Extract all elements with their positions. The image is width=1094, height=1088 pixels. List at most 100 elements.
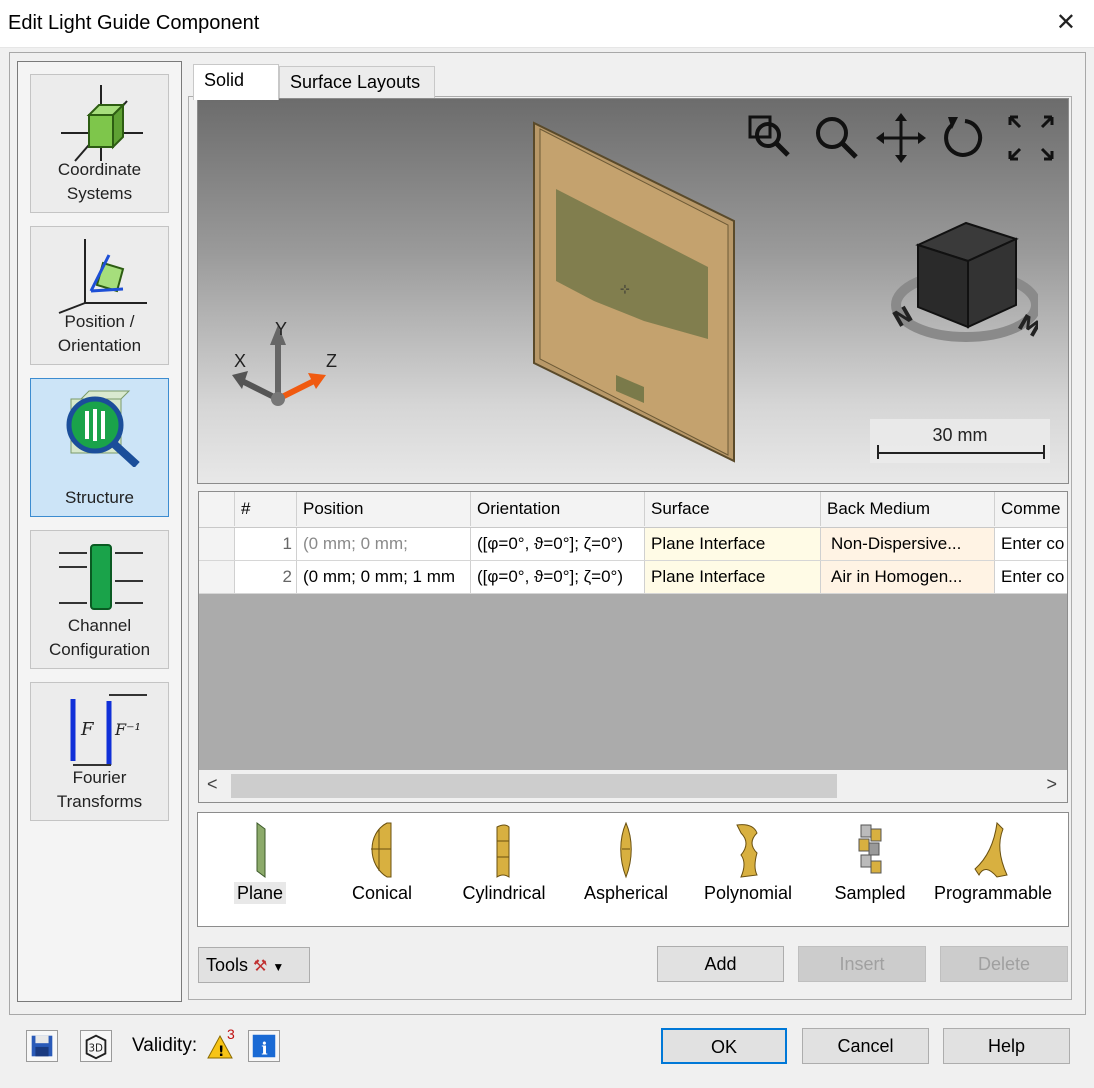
column-header[interactable]: Position (297, 492, 471, 526)
3d-viewport[interactable]: ⊹ Y X Z N M 30 mm (197, 98, 1069, 484)
surface-conical[interactable]: Conical (324, 817, 440, 921)
surface-cylindrical[interactable]: Cylindrical (446, 817, 562, 921)
surface-aspherical[interactable]: Aspherical (568, 817, 684, 921)
column-header[interactable]: Back Medium (821, 492, 995, 526)
insert-button[interactable]: Insert (798, 946, 926, 982)
svg-text:F⁻¹: F⁻¹ (114, 720, 141, 739)
table-row[interactable]: 2 (0 mm; 0 mm; 1 mm ([φ=0°, ϑ=0°]; ζ=0°)… (199, 561, 1067, 594)
scroll-right-icon[interactable]: > (1046, 774, 1057, 795)
sidebar-label: Configuration (48, 640, 151, 659)
sidebar-item-channel-configuration[interactable]: Channel Configuration (30, 530, 169, 669)
surface-label: Polynomial (703, 883, 793, 903)
window-title: Edit Light Guide Component (8, 12, 260, 34)
orientation-cell[interactable]: ([φ=0°, ϑ=0°]; ζ=0°) (471, 561, 645, 593)
validity-label: Validity: (132, 1035, 198, 1056)
sidebar-label: Systems (66, 184, 133, 203)
surface-label: Programmable (934, 883, 1053, 903)
comment-cell[interactable]: Enter co (995, 528, 1067, 560)
surface-label: Sampled (834, 883, 906, 903)
axis-label-z: Z (326, 351, 337, 371)
surface-sampled[interactable]: Sampled (812, 817, 928, 921)
aspherical-surface-icon (620, 821, 632, 879)
coordinate-systems-icon (61, 85, 143, 162)
surface-cell[interactable]: Plane Interface (645, 528, 821, 560)
column-header[interactable]: Orientation (471, 492, 645, 526)
close-icon[interactable]: ✕ (1056, 8, 1076, 37)
orientation-cell[interactable]: ([φ=0°, ϑ=0°]; ζ=0°) (471, 528, 645, 560)
fit-view-icon[interactable] (1004, 111, 1058, 165)
axis-label-y: Y (275, 319, 288, 339)
back-medium-cell[interactable]: Non-Dispersive... (821, 528, 995, 560)
row-header[interactable] (199, 528, 235, 560)
tab-solid[interactable]: Solid (193, 64, 279, 100)
sidebar-item-coordinate-systems[interactable]: Coordinate Systems (30, 74, 169, 213)
back-medium-cell[interactable]: Air in Homogen... (821, 561, 995, 593)
title-bar: Edit Light Guide Component ✕ (0, 0, 1094, 48)
sidebar-item-fourier-transforms[interactable]: F F⁻¹ Fourier Transforms (30, 682, 169, 821)
comment-cell[interactable]: Enter co (995, 561, 1067, 593)
column-header[interactable]: Surface (645, 492, 821, 526)
scrollbar-thumb[interactable] (231, 774, 837, 798)
sidebar-label: Orientation (57, 336, 142, 355)
sampled-surface-icon (858, 824, 882, 874)
delete-button[interactable]: Delete (940, 946, 1068, 982)
column-header[interactable]: # (235, 492, 297, 526)
column-header[interactable]: Comme (995, 492, 1067, 526)
cancel-button[interactable]: Cancel (802, 1028, 929, 1064)
row-number: 2 (235, 561, 297, 593)
position-cell[interactable]: (0 mm; 0 mm; (297, 528, 471, 560)
structure-icon (66, 390, 140, 467)
help-button[interactable]: Help (943, 1028, 1070, 1064)
table-header: # Position Orientation Surface Back Medi… (199, 492, 1067, 528)
surface-label: Cylindrical (462, 883, 546, 903)
zoom-icon[interactable] (810, 111, 864, 165)
sidebar: Coordinate Systems Position / Orientation … (17, 61, 182, 1002)
horizontal-scrollbar[interactable]: < > (199, 770, 1067, 802)
svg-text:!: ! (218, 1044, 224, 1060)
view-cube-icon[interactable]: N M (888, 209, 1038, 349)
corner-cell (199, 492, 235, 526)
surface-label: Aspherical (583, 883, 669, 903)
scroll-left-icon[interactable]: < (207, 774, 218, 795)
surface-polynomial[interactable]: Polynomial (690, 817, 806, 921)
table-row[interactable]: 1 (0 mm; 0 mm; ([φ=0°, ϑ=0°]; ζ=0°) Plan… (199, 528, 1067, 561)
3d-view-icon[interactable]: 3D (80, 1030, 112, 1062)
ok-button[interactable]: OK (661, 1028, 787, 1064)
tab-surface-layouts[interactable]: Surface Layouts (279, 66, 435, 100)
surface-type-palette: Plane Conical Cylindrical Aspherical Pol… (197, 812, 1069, 927)
svg-text:M: M (1013, 310, 1038, 343)
add-button[interactable]: Add (657, 946, 784, 982)
surface-programmable[interactable]: Programmable (934, 817, 1053, 921)
zoom-region-icon[interactable] (744, 111, 798, 165)
sidebar-label: Channel (67, 616, 132, 635)
cylindrical-surface-icon (496, 824, 510, 878)
svg-text:F: F (80, 719, 95, 740)
light-guide-plate: ⊹ (533, 121, 735, 463)
plane-surface-icon (256, 822, 266, 878)
info-icon[interactable]: i (248, 1030, 280, 1062)
scale-bar: 30 mm (870, 419, 1050, 463)
pan-icon[interactable] (874, 111, 928, 165)
tools-dropdown[interactable]: Tools ⚒ ▼ (198, 947, 310, 983)
sidebar-item-structure[interactable]: Structure (30, 378, 169, 517)
surface-label: Conical (351, 883, 413, 903)
row-number: 1 (235, 528, 297, 560)
tools-label: Tools (206, 955, 249, 975)
sidebar-label: Fourier (72, 768, 127, 787)
position-orientation-icon (58, 239, 147, 314)
surface-cell[interactable]: Plane Interface (645, 561, 821, 593)
fourier-transforms-icon: F F⁻¹ (70, 694, 147, 766)
position-cell[interactable]: (0 mm; 0 mm; 1 mm (297, 561, 471, 593)
surface-plane[interactable]: Plane (202, 817, 318, 921)
surface-label: Plane (233, 882, 287, 904)
svg-text:⊹: ⊹ (620, 282, 630, 296)
save-icon[interactable] (26, 1030, 58, 1062)
chevron-down-icon: ▼ (272, 960, 285, 974)
axis-label-x: X (234, 351, 247, 371)
rotate-icon[interactable] (938, 111, 992, 165)
polynomial-surface-icon (736, 824, 758, 878)
conical-surface-icon (371, 822, 392, 878)
row-header[interactable] (199, 561, 235, 593)
sidebar-item-position-orientation[interactable]: Position / Orientation (30, 226, 169, 365)
scale-line (877, 445, 1045, 459)
